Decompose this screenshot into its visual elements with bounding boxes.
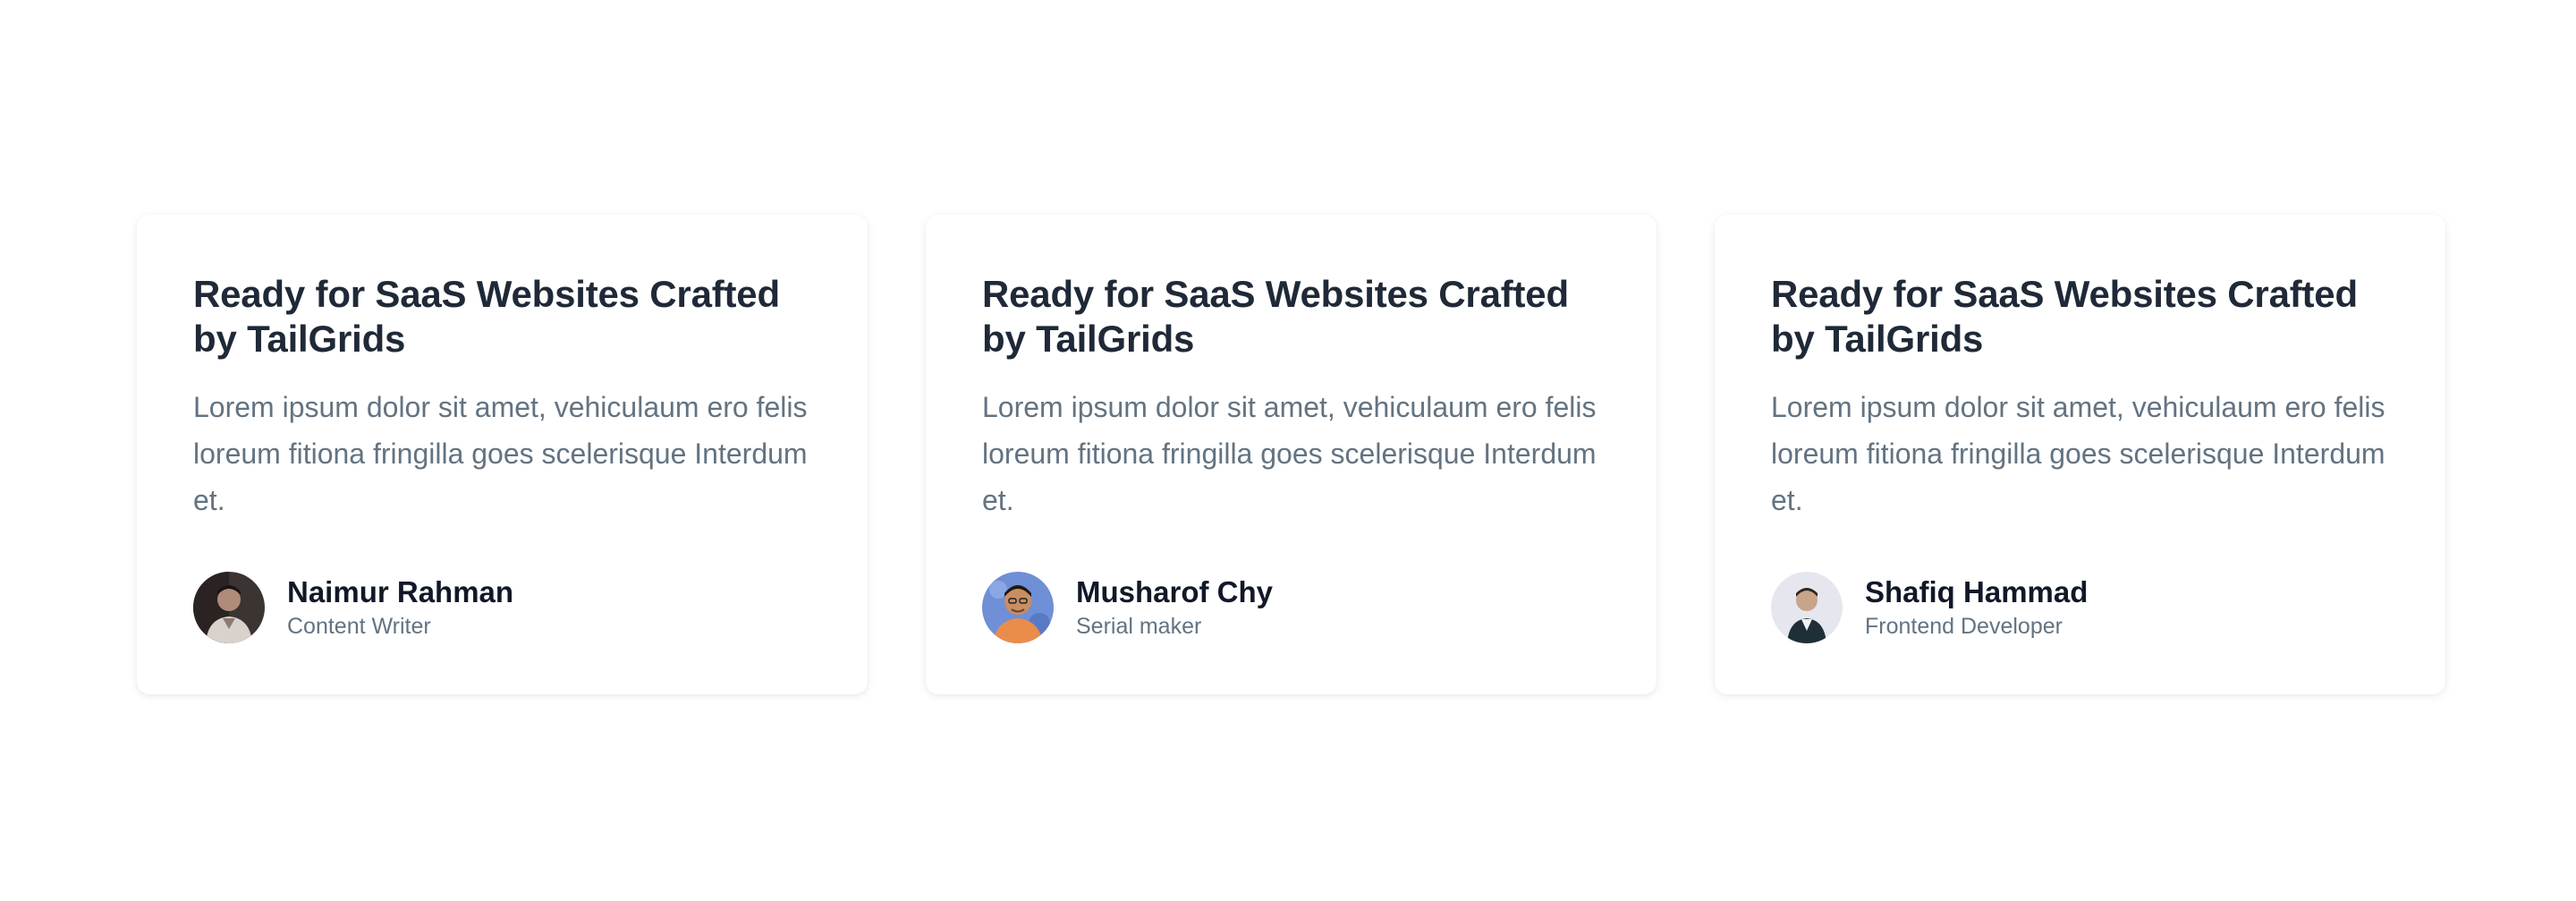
author: Naimur Rahman Content Writer: [193, 572, 811, 643]
testimonial-card: Ready for SaaS Websites Crafted by TailG…: [926, 215, 1657, 694]
person-avatar-dark-icon: [193, 572, 265, 643]
author-name: Naimur Rahman: [287, 575, 514, 608]
author-info: Naimur Rahman Content Writer: [287, 574, 513, 641]
author-avatar: [1771, 572, 1843, 643]
author-name: Shafiq Hammad: [1865, 575, 2089, 608]
testimonial-cards: Ready for SaaS Websites Crafted by TailG…: [137, 215, 2445, 694]
author-name: Musharof Chy: [1076, 575, 1274, 608]
author: Shafiq Hammad Frontend Developer: [1771, 572, 2389, 643]
author-role: Frontend Developer: [1865, 614, 2063, 639]
card-title: Ready for SaaS Websites Crafted by TailG…: [193, 273, 780, 360]
card-body: Lorem ipsum dolor sit amet, vehiculaum e…: [1771, 391, 2385, 516]
person-avatar-light-icon: [1771, 572, 1843, 643]
author-role: Serial maker: [1076, 614, 1202, 639]
author-info: Shafiq Hammad Frontend Developer: [1865, 574, 2088, 641]
author: Musharof Chy Serial maker: [982, 572, 1600, 643]
author-avatar: [982, 572, 1054, 643]
author-avatar: [193, 572, 265, 643]
card-title: Ready for SaaS Websites Crafted by TailG…: [1771, 273, 2358, 360]
testimonial-card: Ready for SaaS Websites Crafted by TailG…: [137, 215, 868, 694]
author-role: Content Writer: [287, 614, 431, 639]
author-info: Musharof Chy Serial maker: [1076, 574, 1273, 641]
card-body: Lorem ipsum dolor sit amet, vehiculaum e…: [982, 391, 1597, 516]
card-body: Lorem ipsum dolor sit amet, vehiculaum e…: [193, 391, 808, 516]
card-title: Ready for SaaS Websites Crafted by TailG…: [982, 273, 1569, 360]
person-avatar-blue-icon: [982, 572, 1054, 643]
testimonial-card: Ready for SaaS Websites Crafted by TailG…: [1715, 215, 2445, 694]
